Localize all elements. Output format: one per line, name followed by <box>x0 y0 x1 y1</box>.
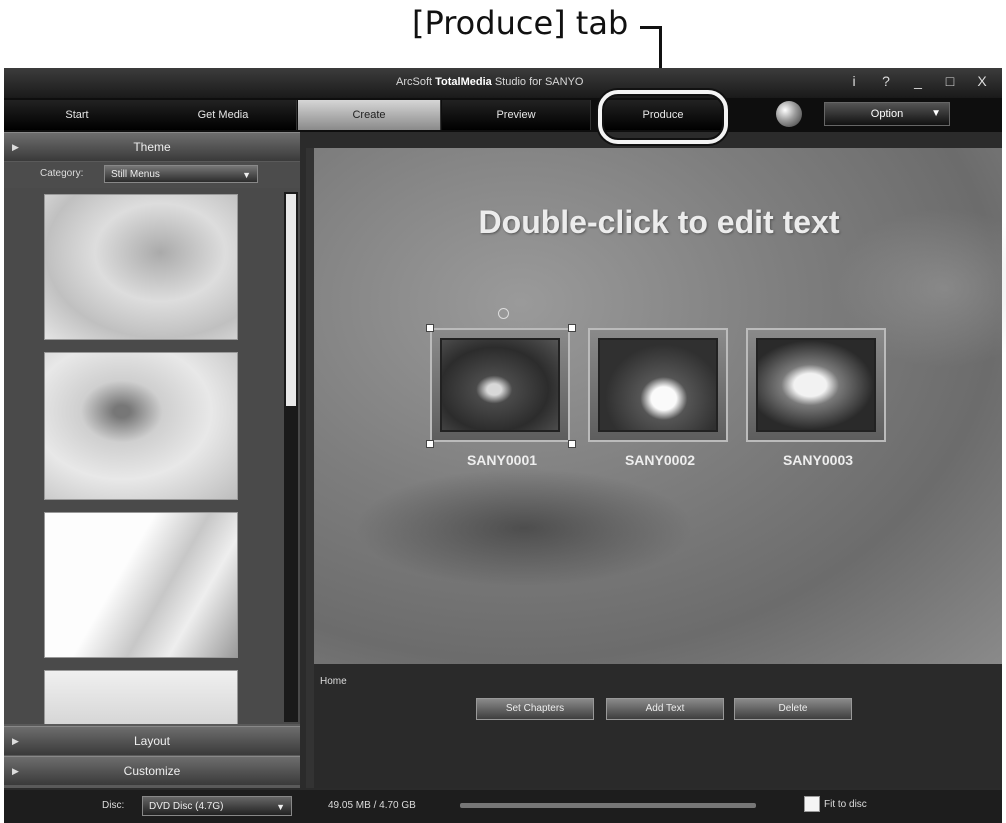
rabbit-thumbnail <box>756 338 876 432</box>
globe-icon[interactable] <box>776 101 802 127</box>
menu-editor: Double-click to edit text SANY0001 SANY0… <box>306 148 1006 788</box>
tab-start[interactable]: Start <box>4 100 151 130</box>
chapter-label: SANY0002 <box>624 452 696 468</box>
layout-panel-header[interactable]: ▶ Layout <box>4 726 300 755</box>
theme-thumbnail-list <box>4 188 300 724</box>
produce-tab-highlight <box>598 90 728 144</box>
tab-create[interactable]: Create <box>298 100 441 130</box>
delete-button[interactable]: Delete <box>734 698 852 720</box>
customize-panel-header[interactable]: ▶ Customize <box>4 756 300 785</box>
title-prefix: ArcSoft <box>396 76 436 88</box>
rotate-handle-icon[interactable] <box>498 308 509 319</box>
resize-handle[interactable] <box>568 324 576 332</box>
theme-panel-header[interactable]: ▶ Theme <box>4 132 300 161</box>
app-window: ArcSoft TotalMedia Studio for SANYO i ? … <box>4 68 1006 823</box>
disc-label: Disc: <box>102 800 125 811</box>
theme-thumbnail[interactable] <box>44 194 238 340</box>
resize-handle[interactable] <box>426 324 434 332</box>
set-chapters-button[interactable]: Set Chapters <box>476 698 594 720</box>
chevron-down-icon: ▼ <box>242 170 251 180</box>
category-value: Still Menus <box>111 169 160 180</box>
disc-capacity-bar <box>460 803 756 808</box>
disc-value: DVD Disc (4.7G) <box>149 801 224 812</box>
chevron-down-icon: ▼ <box>931 108 941 119</box>
disc-usage-text: 49.05 MB / 4.70 GB <box>328 800 416 811</box>
theme-label: Theme <box>133 140 171 154</box>
theme-thumbnail[interactable] <box>44 670 238 724</box>
rabbit-thumbnail <box>440 338 560 432</box>
menu-name-label: Home <box>320 676 347 687</box>
add-text-button[interactable]: Add Text <box>606 698 724 720</box>
window-title: ArcSoft TotalMedia Studio for SANYO <box>396 76 583 88</box>
chapter-button[interactable]: SANY0001 <box>430 328 570 468</box>
chapter-label: SANY0001 <box>466 452 538 468</box>
fit-to-disc-checkbox[interactable] <box>804 796 820 812</box>
disc-select[interactable]: DVD Disc (4.7G) ▼ <box>142 796 292 816</box>
chapter-button[interactable]: SANY0003 <box>746 328 886 468</box>
sidebar: ▶ Theme Category: Still Menus ▼ ▶ Layout ▶ C… <box>4 132 300 788</box>
fit-to-disc-label: Fit to disc <box>824 799 867 810</box>
title-suffix: Studio for SANYO <box>491 76 584 88</box>
background-texture <box>354 468 694 588</box>
expand-arrow-icon: ▶ <box>12 766 19 776</box>
minimize-icon[interactable]: _ <box>910 73 926 89</box>
main-tab-bar: Start Get Media Create Preview Produce O… <box>4 98 1002 132</box>
window-controls: i ? _ □ X <box>846 73 990 89</box>
theme-thumbnail[interactable] <box>44 512 238 658</box>
category-row: Category: Still Menus ▼ <box>4 162 300 188</box>
chapter-button[interactable]: SANY0002 <box>588 328 728 468</box>
customize-label: Customize <box>123 764 181 778</box>
scrollbar-thumb[interactable] <box>286 194 296 406</box>
produce-tab-callout: [Produce] tab <box>412 4 629 42</box>
tab-preview[interactable]: Preview <box>442 100 591 130</box>
chapter-label: SANY0003 <box>782 452 854 468</box>
option-label: Option <box>870 108 904 120</box>
maximize-icon[interactable]: □ <box>942 73 958 89</box>
theme-thumbnail[interactable] <box>44 352 238 500</box>
menu-preview-canvas[interactable]: Double-click to edit text SANY0001 SANY0… <box>314 148 1006 664</box>
resize-handle[interactable] <box>426 440 434 448</box>
close-icon[interactable]: X <box>974 73 990 89</box>
rabbit-thumbnail <box>598 338 718 432</box>
layout-label: Layout <box>133 734 171 748</box>
editor-toolbar: Home Set Chapters Add Text Delete <box>314 664 1002 788</box>
menu-title-text[interactable]: Double-click to edit text <box>306 204 1006 241</box>
expand-arrow-icon: ▶ <box>12 736 19 746</box>
option-dropdown[interactable]: Option ▼ <box>824 102 950 126</box>
title-brand: TotalMedia <box>435 76 492 88</box>
category-label: Category: <box>40 168 84 179</box>
expand-arrow-icon: ▶ <box>12 142 19 152</box>
category-select[interactable]: Still Menus ▼ <box>104 165 258 183</box>
help-icon[interactable]: ? <box>878 73 894 89</box>
info-icon[interactable]: i <box>846 73 862 89</box>
title-bar: ArcSoft TotalMedia Studio for SANYO i ? … <box>4 68 1002 98</box>
resize-handle[interactable] <box>568 440 576 448</box>
tab-get-media[interactable]: Get Media <box>150 100 297 130</box>
chevron-down-icon: ▼ <box>276 802 285 812</box>
status-bar: Disc: DVD Disc (4.7G) ▼ 49.05 MB / 4.70 G… <box>4 790 1002 823</box>
